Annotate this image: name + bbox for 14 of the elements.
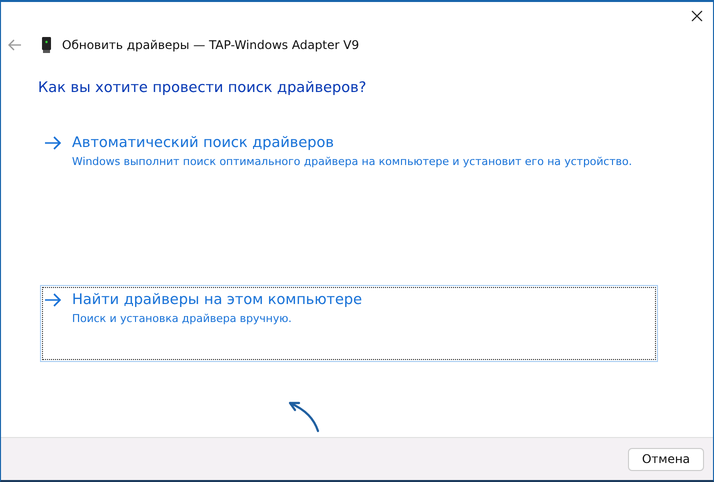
option-link[interactable]: Найти драйверы на этом компьютере Поиск и установка драйвера вручную. xyxy=(40,285,658,362)
back-arrow-icon[interactable] xyxy=(8,39,22,51)
arrow-icon xyxy=(44,136,62,150)
device-icon xyxy=(42,37,51,53)
cancel-button[interactable]: Отмена xyxy=(628,448,704,470)
option-description: Поиск и установка драйвера вручную. xyxy=(72,312,293,325)
close-icon[interactable] xyxy=(691,10,703,22)
window-title: Обновить драйверы — TAP-Windows Adapter V9 xyxy=(62,38,360,52)
option-link[interactable]: Автоматический поиск драйверов Windows выполнит поиск оптимального драйвера на компьютере и установит его на устройство. xyxy=(40,128,658,179)
option-title: Найти драйверы на этом компьютере xyxy=(72,292,362,308)
dialog-heading: Как вы хотите провести поиск драйверов? xyxy=(38,80,368,96)
arrow-icon xyxy=(44,293,62,307)
option-description: Windows выполнит поиск оптимального драйвера на компьютере и установит его на устройство. xyxy=(72,155,634,168)
option-title: Автоматический поиск драйверов xyxy=(72,135,334,151)
